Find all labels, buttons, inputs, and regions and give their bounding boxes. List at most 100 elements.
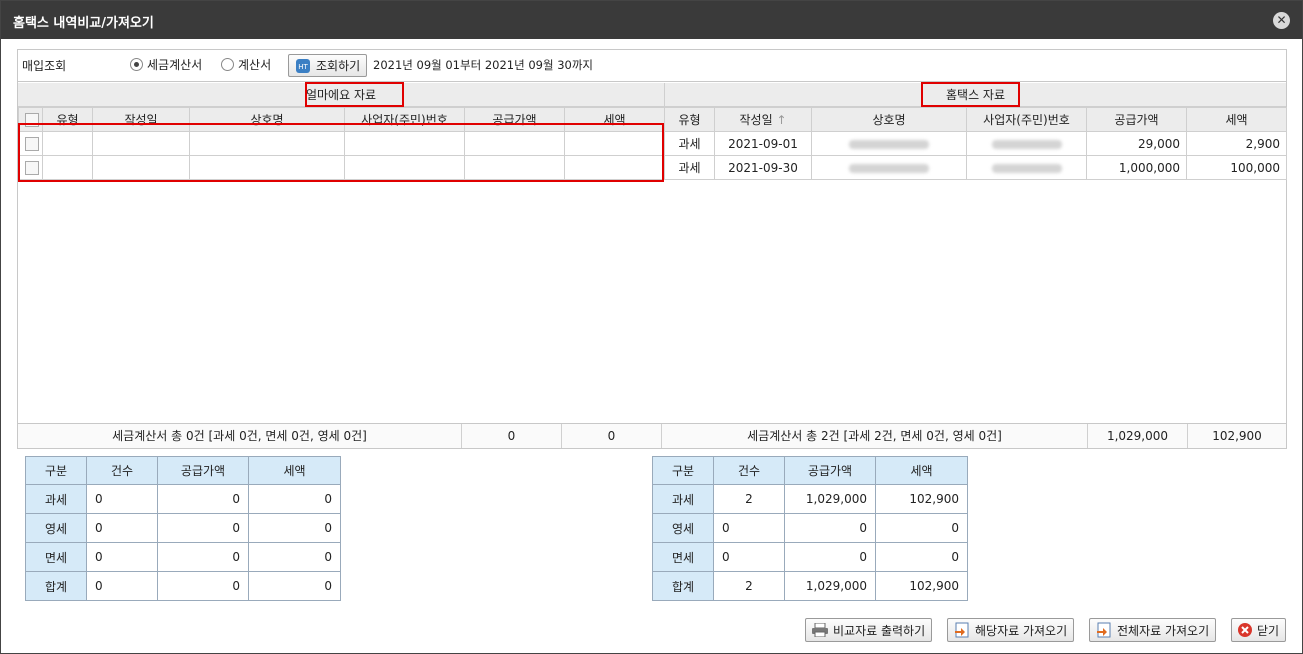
row-tax: 100,000 [1186,155,1287,180]
stat-tax: 102,900 [875,571,968,601]
stat-cat: 과세 [25,484,87,514]
query-period: 2021년 09월 01부터 2021년 09월 30까지 [373,58,593,72]
window-title: 홈택스 내역비교/가져오기 [13,16,154,31]
stat-supply: 1,029,000 [784,571,876,601]
stat-count: 2 [713,571,785,601]
radio-dot [221,58,234,71]
highlight-left-rows [18,123,664,182]
close-button[interactable]: 닫기 [1231,618,1287,642]
stat-row: 면세 0 0 0 [25,542,341,572]
stat-count: 0 [86,513,158,543]
right-stats-table: 구분 건수 공급가액 세액 과세 2 1,029,000 102,900 영세 0 0 0 … [652,456,968,601]
import-selected-button[interactable]: 해당자료 가져오기 [947,618,1075,642]
stat-cat: 과세 [652,484,714,514]
stat-cat: 영세 [652,513,714,543]
stat-count: 2 [713,484,785,514]
stat-count: 0 [713,542,785,572]
table-row[interactable]: 과세 2021-09-01 29,000 2,900 [664,131,1287,156]
row-type: 과세 [664,155,715,180]
stat-header: 공급가액 [157,456,249,485]
redacted-mark [849,139,929,149]
row-supply: 1,000,000 [1086,155,1187,180]
stat-tax: 0 [248,542,341,572]
left-summary-tax: 0 [562,424,662,448]
search-button[interactable]: HT 조회하기 [288,54,368,77]
right-summary-supply: 1,029,000 [1088,424,1188,448]
print-compare-label: 비교자료 출력하기 [833,623,926,638]
right-header-sorted[interactable]: 작성일 ↑ [714,107,812,132]
stat-cat: 영세 [25,513,87,543]
printer-icon [812,623,828,637]
right-header[interactable]: 세액 [1186,107,1287,132]
stat-supply: 0 [784,542,876,572]
radio-bill[interactable]: 계산서 [221,56,271,73]
stat-supply: 0 [784,513,876,543]
dialog-window: 홈택스 내역비교/가져오기 ✕ 매입조회 세금계산서 계산서 HT 조회하기 2… [0,0,1303,654]
stat-supply: 0 [157,484,249,514]
stat-row: 영세 0 0 0 [652,513,968,543]
title-bar: 홈택스 내역비교/가져오기 ✕ [1,1,1302,39]
row-company-blurred [811,131,967,156]
right-header[interactable]: 사업자(주민)번호 [966,107,1087,132]
right-header-label: 작성일 [739,113,773,127]
right-header: 유형 [664,107,715,132]
import-all-icon [1097,622,1111,638]
right-header[interactable]: 상호명 [811,107,967,132]
stat-cat: 합계 [25,571,87,601]
highlight-left-title [305,82,404,107]
close-button-label: 닫기 [1257,623,1280,638]
stat-tax: 102,900 [875,484,968,514]
right-header[interactable]: 공급가액 [1086,107,1187,132]
stat-row: 합계 0 0 0 [25,571,341,601]
stat-header: 세액 [248,456,341,485]
stat-header: 구분 [652,456,714,485]
row-type: 과세 [664,131,715,156]
stat-tax: 0 [248,484,341,514]
stat-count: 0 [86,571,158,601]
left-summary-supply: 0 [462,424,562,448]
redacted-mark [991,163,1062,173]
import-all-button[interactable]: 전체자료 가져오기 [1089,618,1217,642]
search-button-label: 조회하기 [316,59,361,73]
row-tax: 2,900 [1186,131,1287,156]
stat-header: 공급가액 [784,456,876,485]
query-label: 매입조회 [22,59,67,73]
import-all-label: 전체자료 가져오기 [1117,623,1210,638]
stat-row: 과세 0 0 0 [25,484,341,514]
close-circle-icon [1238,623,1252,637]
stat-tax: 0 [875,513,968,543]
row-bizno-blurred [966,131,1087,156]
query-bar: 매입조회 세금계산서 계산서 HT 조회하기 2021년 09월 01부터 20… [18,50,1286,82]
highlight-right-title [921,82,1020,107]
left-summary: 세금계산서 총 0건 [과세 0건, 면세 0건, 영세 0건] [18,424,462,448]
stat-count: 0 [86,542,158,572]
row-company-blurred [811,155,967,180]
radio-bill-label: 계산서 [238,58,272,72]
stat-supply: 1,029,000 [784,484,876,514]
print-compare-button[interactable]: 비교자료 출력하기 [805,618,933,642]
row-date: 2021-09-01 [714,131,812,156]
redacted-mark [991,139,1062,149]
stat-row: 면세 0 0 0 [652,542,968,572]
left-stats-table: 구분 건수 공급가액 세액 과세 0 0 0 영세 0 0 0 면세 0 0 0 합계 0 0 0 [25,456,341,601]
stat-supply: 0 [157,513,249,543]
radio-dot-selected [130,58,143,71]
compare-panel: 매입조회 세금계산서 계산서 HT 조회하기 2021년 09월 01부터 20… [17,49,1287,449]
stat-supply: 0 [157,542,249,572]
stat-count: 0 [713,513,785,543]
stat-tax: 0 [875,542,968,572]
svg-text:HT: HT [298,63,308,71]
stat-header: 구분 [25,456,87,485]
table-row[interactable]: 과세 2021-09-30 1,000,000 100,000 [664,155,1287,180]
stat-cat: 합계 [652,571,714,601]
stat-count: 0 [86,484,158,514]
stat-row: 영세 0 0 0 [25,513,341,543]
stat-tax: 0 [248,513,341,543]
radio-tax-label: 세금계산서 [147,58,203,72]
radio-tax-invoice[interactable]: 세금계산서 [130,56,202,73]
import-selected-label: 해당자료 가져오기 [975,623,1068,638]
close-icon[interactable]: ✕ [1273,12,1290,29]
stat-tax: 0 [248,571,341,601]
right-grid: 유형 작성일 ↑ 상호명 사업자(주민)번호 공급가액 세액 과세 2021-0… [664,107,1287,180]
stat-supply: 0 [157,571,249,601]
